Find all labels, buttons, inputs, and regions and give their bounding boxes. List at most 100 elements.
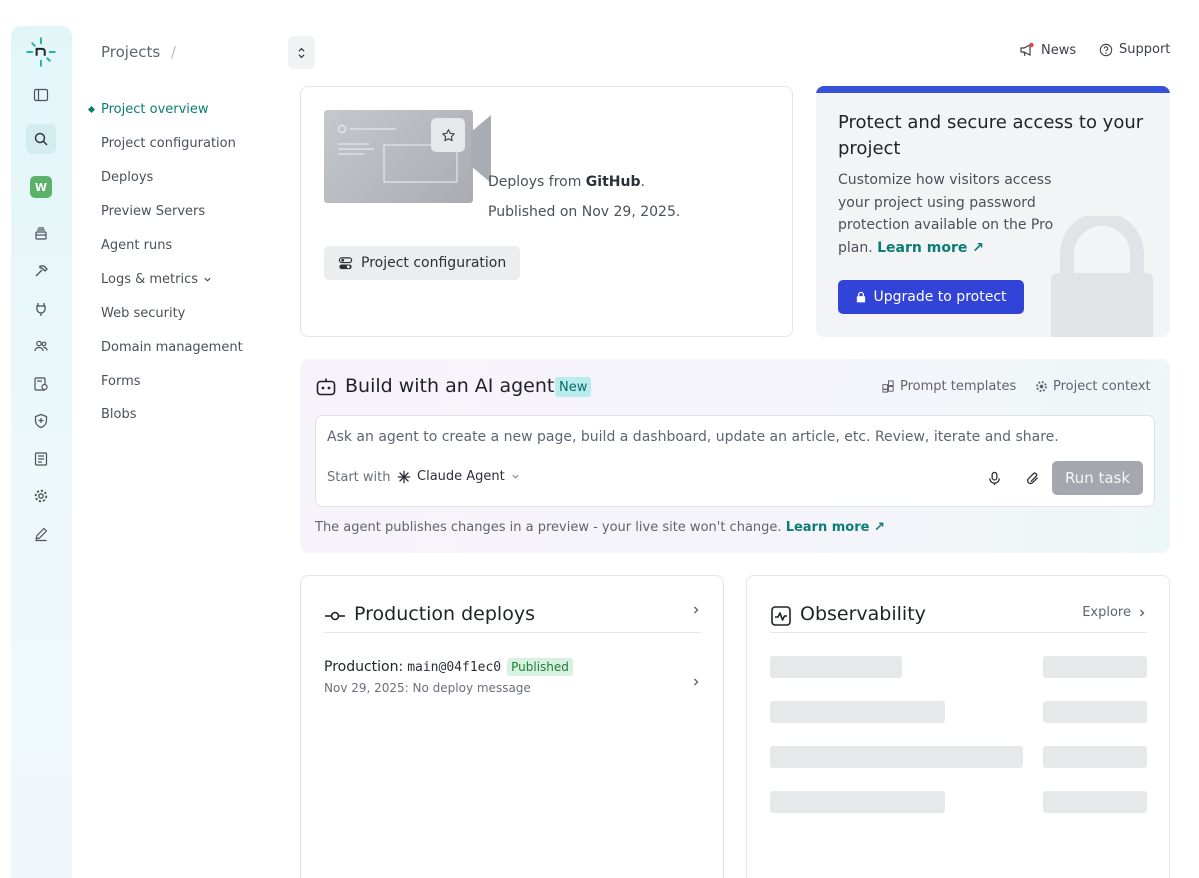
ai-learn-more-link[interactable]: Learn more ↗ — [786, 520, 885, 535]
chevron-down-icon — [204, 277, 211, 282]
upgrade-to-protect-button[interactable]: Upgrade to protect — [838, 280, 1024, 314]
sidebar-toggle-icon[interactable] — [26, 80, 56, 110]
start-with-label: Start with — [327, 470, 391, 485]
deploy-context-label: Production: — [324, 659, 404, 675]
microphone-icon — [988, 471, 1000, 485]
config-toggle-icon — [338, 256, 353, 269]
production-deploys-title: Production deploys — [354, 603, 535, 625]
loading-skeleton — [1043, 656, 1147, 678]
protect-access-card: Protect and secure access to your projec… — [816, 86, 1170, 337]
hammer-icon[interactable] — [26, 256, 56, 286]
chevron-up-down-icon — [298, 47, 305, 58]
ai-agent-panel: Build with an AI agent New Prompt templa… — [300, 359, 1170, 553]
docs-icon[interactable] — [26, 444, 56, 474]
published-date: Published on Nov 29, 2025. — [488, 204, 681, 220]
deploy-message: Nov 29, 2025: No deploy message — [324, 681, 531, 695]
observability-header: Observability Explore — [770, 603, 1147, 633]
chevron-right-icon — [691, 605, 701, 615]
nav-item-deploys[interactable]: Deploys — [101, 161, 281, 195]
loading-skeleton — [1043, 791, 1147, 813]
deploy-source-suffix: . — [640, 174, 645, 190]
activity-chart-icon — [771, 606, 791, 626]
agent-prompt-input[interactable] — [327, 429, 1142, 445]
deploy-source-text: Deploys from GitHub. — [488, 174, 645, 190]
nav-item-logs-metrics-label: Logs & metrics — [101, 271, 199, 287]
favorite-button[interactable] — [431, 118, 465, 152]
loading-skeleton — [770, 656, 902, 678]
observability-card: Observability Explore — [746, 575, 1170, 878]
plug-icon[interactable] — [26, 294, 56, 324]
search-icon[interactable] — [26, 124, 56, 154]
explore-label: Explore — [1082, 605, 1131, 620]
news-label: News — [1041, 42, 1077, 58]
megaphone-icon — [1020, 42, 1034, 57]
attach-file-button[interactable] — [1020, 466, 1044, 490]
billing-icon[interactable] — [26, 369, 56, 399]
prompt-templates-link[interactable]: Prompt templates — [882, 379, 1016, 394]
new-badge: New — [555, 377, 592, 397]
project-overview-card: Deploys from GitHub. Published on Nov 29… — [300, 86, 793, 337]
ai-agent-title: Build with an AI agent — [345, 375, 555, 397]
gear-icon — [1036, 381, 1047, 392]
paperclip-icon — [1026, 472, 1038, 484]
protect-learn-more-link[interactable]: Learn more ↗ — [877, 240, 984, 256]
team-members-icon[interactable] — [26, 331, 56, 361]
agent-select[interactable]: Claude Agent — [397, 469, 520, 484]
nav-item-forms[interactable]: Forms — [101, 364, 281, 398]
nav-item-logs-metrics[interactable]: Logs & metrics — [101, 262, 281, 296]
support-label: Support — [1119, 42, 1171, 57]
status-badge: Published — [507, 658, 573, 676]
chevron-down-icon — [512, 474, 519, 479]
production-deploys-header[interactable]: Production deploys — [324, 603, 701, 633]
protect-description: Customize how visitors access your proje… — [838, 169, 1063, 259]
team-avatar[interactable]: W — [30, 176, 52, 198]
breadcrumb-separator: / — [171, 43, 177, 61]
loading-skeleton — [770, 746, 1023, 768]
run-task-button[interactable]: Run task — [1052, 461, 1143, 495]
card-accent-bar — [816, 86, 1170, 93]
deploy-source-name: GitHub — [585, 174, 641, 190]
breadcrumb-projects[interactable]: Projects — [101, 43, 160, 61]
ai-footer-text: The agent publishes changes in a preview… — [315, 520, 782, 535]
prompt-templates-label: Prompt templates — [900, 379, 1017, 394]
loading-skeleton — [770, 701, 945, 723]
commit-icon — [325, 611, 345, 621]
news-link[interactable]: News — [1019, 42, 1076, 58]
shield-icon[interactable] — [26, 406, 56, 436]
nav-item-web-security[interactable]: Web security — [101, 296, 281, 330]
nav-item-preview-servers[interactable]: Preview Servers — [101, 195, 281, 229]
agent-select-value: Claude Agent — [417, 469, 505, 484]
netlify-logo-icon[interactable] — [26, 37, 56, 67]
explore-link[interactable]: Explore — [1082, 605, 1147, 620]
project-switcher-button[interactable] — [288, 36, 315, 69]
nav-item-project-overview[interactable]: Project overview — [101, 93, 281, 127]
project-context-link[interactable]: Project context — [1035, 379, 1151, 394]
agent-prompt-box: Start with Claude Agent Run task — [315, 415, 1155, 507]
help-circle-icon — [1099, 43, 1113, 56]
pencil-icon[interactable] — [26, 519, 56, 549]
robot-icon — [316, 378, 336, 396]
production-deploys-card: Production deploys Production: main@04f1… — [300, 575, 724, 878]
deploy-source-prefix: Deploys from — [488, 174, 586, 190]
project-configuration-button[interactable]: Project configuration — [324, 246, 521, 280]
support-link[interactable]: Support — [1099, 42, 1170, 57]
nav-item-domain-management[interactable]: Domain management — [101, 330, 281, 364]
star-icon — [441, 128, 455, 141]
project-context-label: Project context — [1053, 379, 1151, 394]
microphone-button[interactable] — [982, 466, 1006, 490]
protect-title: Protect and secure access to your projec… — [838, 112, 1144, 159]
project-nav: Project overview Project configuration D… — [101, 93, 281, 432]
stack-icon[interactable] — [26, 219, 56, 249]
loading-skeleton — [1043, 746, 1147, 768]
deploy-ref: main@04f1ec0 — [407, 659, 502, 675]
padlock-illustration-icon — [1051, 216, 1153, 337]
nav-item-agent-runs[interactable]: Agent runs — [101, 229, 281, 263]
deploy-row[interactable]: Production: main@04f1ec0 Published Nov 2… — [324, 658, 701, 703]
gear-icon[interactable] — [26, 481, 56, 511]
chevron-right-icon — [1140, 609, 1145, 616]
nav-item-project-configuration[interactable]: Project configuration — [101, 127, 281, 161]
lock-icon — [856, 291, 865, 303]
project-configuration-button-label: Project configuration — [361, 255, 507, 271]
nav-item-blobs[interactable]: Blobs — [101, 398, 281, 432]
icon-rail: W — [11, 26, 72, 878]
